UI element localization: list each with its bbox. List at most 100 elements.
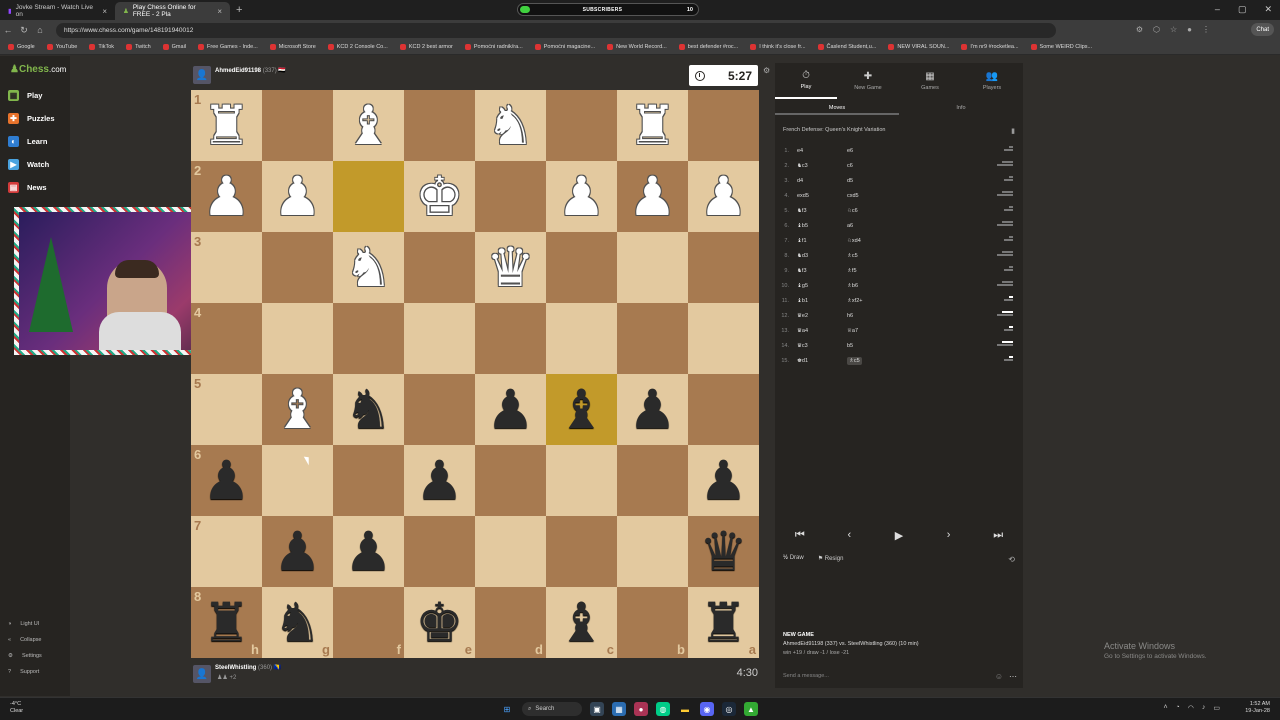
- collapse-button[interactable]: «Collapse: [8, 637, 41, 643]
- board-square[interactable]: ♟: [617, 161, 688, 232]
- black-pawn-piece[interactable]: ♟: [486, 382, 534, 437]
- black-move[interactable]: a6: [847, 223, 853, 229]
- board-square[interactable]: d: [475, 587, 546, 658]
- black-pawn-piece[interactable]: ♟: [628, 382, 676, 437]
- white-queen-piece[interactable]: ♛: [486, 240, 534, 295]
- board-square[interactable]: [475, 516, 546, 587]
- app-icon[interactable]: ●: [634, 702, 648, 716]
- app-icon[interactable]: ▲: [744, 702, 758, 716]
- black-bishop-piece[interactable]: ♝: [557, 382, 605, 437]
- board-square[interactable]: [688, 374, 759, 445]
- board-square[interactable]: 5: [191, 374, 262, 445]
- white-rook-piece[interactable]: ♜: [202, 98, 250, 153]
- white-move[interactable]: ♞d3: [797, 253, 847, 259]
- board-square[interactable]: [333, 303, 404, 374]
- board-square[interactable]: ♝: [262, 374, 333, 445]
- board-square[interactable]: [546, 90, 617, 161]
- black-rook-piece[interactable]: ♜: [699, 595, 747, 650]
- board-square[interactable]: ♟: [688, 445, 759, 516]
- battery-icon[interactable]: ▭: [1213, 704, 1220, 712]
- bookmark-item[interactable]: I think it's close fr...: [750, 44, 806, 50]
- black-move[interactable]: ♗c5: [847, 356, 862, 365]
- black-move[interactable]: cxd5: [847, 193, 859, 199]
- board-square[interactable]: [546, 445, 617, 516]
- minimize-button[interactable]: –: [1215, 4, 1220, 15]
- board-square[interactable]: e ♚: [404, 587, 475, 658]
- menu-icon[interactable]: ⋮: [1202, 25, 1210, 34]
- black-move[interactable]: b5: [847, 343, 853, 349]
- board-square[interactable]: [262, 90, 333, 161]
- board-square[interactable]: 2 ♟: [191, 161, 262, 232]
- white-move[interactable]: ♝b5: [797, 223, 847, 229]
- last-move-button[interactable]: ⏭: [978, 523, 1018, 547]
- board-square[interactable]: [475, 303, 546, 374]
- black-queen-piece[interactable]: ♛: [699, 524, 747, 579]
- sidebar-item-puzzles[interactable]: ✚ Puzzles: [8, 113, 55, 124]
- bookmark-item[interactable]: Some WEIRD Clips...: [1030, 44, 1092, 50]
- board-square[interactable]: ♚: [404, 161, 475, 232]
- book-icon[interactable]: ▮: [1011, 127, 1015, 135]
- opening-name[interactable]: French Defense: Queen's Knight Variation: [783, 127, 885, 133]
- board-square[interactable]: [404, 303, 475, 374]
- black-move[interactable]: ♘c6: [847, 208, 858, 214]
- board-square[interactable]: b: [617, 587, 688, 658]
- more-icon[interactable]: ⋯: [1009, 672, 1017, 681]
- task-view-icon[interactable]: ▣: [590, 702, 604, 716]
- emoji-icon[interactable]: ☺: [995, 672, 1003, 681]
- board-square[interactable]: a ♜: [688, 587, 759, 658]
- white-move[interactable]: ♞c3: [797, 163, 847, 169]
- tab-games[interactable]: ▦ Games: [899, 63, 961, 99]
- board-square[interactable]: ♟: [688, 161, 759, 232]
- sidebar-item-news[interactable]: ▤ News: [8, 182, 47, 193]
- discord-icon[interactable]: ◉: [700, 702, 714, 716]
- settings-link[interactable]: ⚙ Settings: [8, 653, 42, 659]
- home-icon[interactable]: ⌂: [32, 25, 48, 35]
- chess-logo[interactable]: ♟Chess.com: [10, 64, 66, 75]
- black-move[interactable]: d5: [847, 178, 853, 184]
- taskbar-search[interactable]: ⌕ Search: [522, 702, 582, 716]
- reload-icon[interactable]: ↻: [16, 25, 32, 36]
- app-icon[interactable]: ▦: [612, 702, 626, 716]
- subtab-moves[interactable]: Moves: [775, 101, 899, 115]
- board-square[interactable]: [475, 445, 546, 516]
- chevron-up-icon[interactable]: ˄: [1163, 704, 1167, 712]
- weather-widget[interactable]: -4°C Clear: [10, 701, 23, 715]
- bookmark-item[interactable]: Twitch: [126, 44, 151, 50]
- white-knight-piece[interactable]: ♞: [486, 98, 534, 153]
- board-square[interactable]: [262, 445, 333, 516]
- sidebar-item-play[interactable]: ▦ Play: [8, 90, 42, 101]
- player-name[interactable]: SteelWhistling (360) 🇧🇦: [215, 664, 281, 671]
- bookmark-item[interactable]: Gmail: [162, 44, 186, 50]
- board-square[interactable]: [404, 232, 475, 303]
- tab-play[interactable]: ⏱ Play: [775, 63, 837, 99]
- board-square[interactable]: 6 ♟: [191, 445, 262, 516]
- bookmark-item[interactable]: Časlend Student,u...: [817, 44, 876, 50]
- board-square[interactable]: 3: [191, 232, 262, 303]
- board-square[interactable]: [404, 374, 475, 445]
- black-pawn-piece[interactable]: ♟: [415, 453, 463, 508]
- sidebar-item-watch[interactable]: ▶ Watch: [8, 159, 49, 170]
- file-explorer-icon[interactable]: ▬: [678, 702, 692, 716]
- maximize-button[interactable]: ▢: [1238, 4, 1247, 15]
- subtab-info[interactable]: Info: [899, 101, 1023, 115]
- white-move[interactable]: ♚d1: [797, 358, 847, 364]
- tab-players[interactable]: 👥 Players: [961, 63, 1023, 99]
- bookmark-item[interactable]: best defender #roc...: [678, 44, 738, 50]
- bookmark-item[interactable]: KCD 2 Console Co...: [327, 44, 388, 50]
- board-square[interactable]: [404, 516, 475, 587]
- next-move-button[interactable]: ›: [929, 523, 969, 547]
- board-square[interactable]: ♟: [262, 516, 333, 587]
- black-move[interactable]: ♗f5: [847, 268, 857, 274]
- white-move[interactable]: ♛a4: [797, 328, 847, 334]
- bookmark-item[interactable]: Microsoft Store: [269, 44, 316, 50]
- star-icon[interactable]: ☆: [1170, 25, 1177, 34]
- board-square[interactable]: ♞: [333, 374, 404, 445]
- browser-tab-stream[interactable]: ▮ Jovke Stream - Watch Live on ×: [0, 2, 115, 20]
- board-settings-icon[interactable]: ⚙: [763, 66, 770, 75]
- white-move[interactable]: ♛e2: [797, 313, 847, 319]
- board-square[interactable]: ♝: [546, 374, 617, 445]
- windows-start-icon[interactable]: ⊞: [500, 702, 514, 716]
- play-button[interactable]: ▶: [879, 523, 919, 547]
- board-square[interactable]: 1 ♜: [191, 90, 262, 161]
- white-pawn-piece[interactable]: ♟: [628, 169, 676, 224]
